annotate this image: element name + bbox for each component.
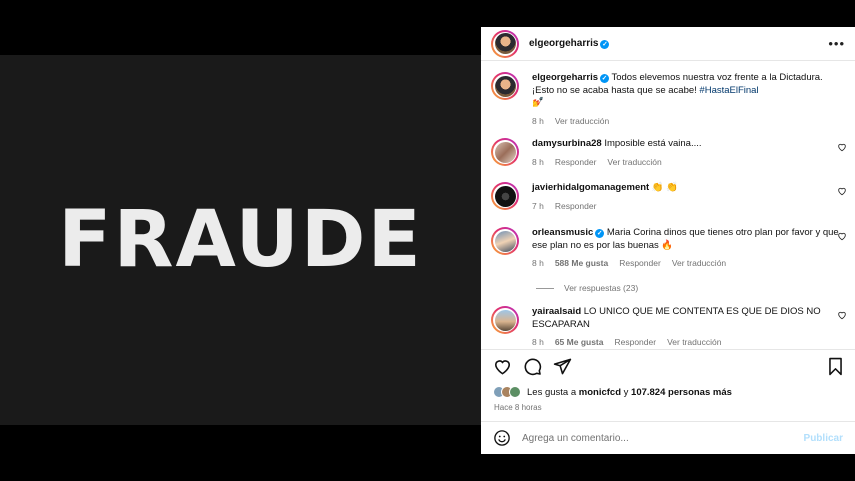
comment-bubble-icon[interactable] (523, 357, 542, 376)
publish-button[interactable]: Publicar (804, 433, 843, 444)
verified-badge-icon: ✓ (600, 74, 609, 83)
post-header: elgeorgeharris ✓ ••• (481, 27, 855, 61)
comment-likes[interactable]: 65 Me gusta (555, 337, 604, 347)
likes-prefix: Les gusta a (527, 386, 577, 398)
likes-count[interactable]: 107.824 personas más (631, 387, 732, 398)
comment-time[interactable]: 8 h (532, 258, 544, 268)
caption-avatar[interactable] (491, 72, 519, 100)
caption-emoji: 💅 (532, 97, 544, 108)
comment-username[interactable]: yairaalsaid (532, 306, 581, 317)
commenter-avatar[interactable] (491, 227, 519, 255)
comment-time[interactable]: 8 h (532, 337, 544, 347)
likes-summary: Les gusta a monicfcd y 107.824 personas … (493, 386, 732, 398)
comment-username[interactable]: orleansmusic ✓ (532, 227, 605, 238)
comments-section[interactable]: elgeorgeharris ✓ Todos elevemos nuestra v… (481, 61, 855, 350)
liker-username[interactable]: monicfcd (579, 387, 621, 398)
caption-row: elgeorgeharris ✓ Todos elevemos nuestra v… (491, 72, 847, 127)
comment-row: damysurbina28 Imposible está vaina.... 8… (491, 138, 847, 168)
reply-button[interactable]: Responder (555, 201, 597, 211)
author-avatar[interactable] (491, 29, 519, 58)
share-send-icon[interactable] (553, 357, 572, 376)
comment-username[interactable]: javierhidalgomanagement (532, 182, 649, 193)
commenter-avatar[interactable] (491, 138, 519, 166)
comment-text: Imposible está vaina.... (604, 138, 702, 149)
caption-translate[interactable]: Ver traducción (555, 116, 609, 126)
comment-text: 👏 👏 (651, 182, 679, 193)
caption-hashtag[interactable]: #HastaElFinal (699, 85, 758, 96)
save-bookmark-icon[interactable] (826, 357, 845, 376)
like-comment-heart-icon[interactable] (837, 231, 847, 241)
comment-input[interactable]: Agrega un comentario... (522, 433, 804, 444)
comment-time[interactable]: 7 h (532, 201, 544, 211)
post-timestamp[interactable]: Hace 8 horas (494, 403, 542, 412)
comment-row: orleansmusic ✓ Maria Corina dinos que tie… (491, 227, 847, 270)
comment-time[interactable]: 8 h (532, 157, 544, 167)
translate-button[interactable]: Ver traducción (607, 157, 661, 167)
like-comment-heart-icon[interactable] (837, 186, 847, 196)
reply-button[interactable]: Responder (614, 337, 656, 347)
caption-username[interactable]: elgeorgeharris ✓ (532, 72, 609, 83)
likes-joiner: y (623, 386, 629, 398)
post-detail-panel: elgeorgeharris ✓ ••• elgeorgeharris ✓ Todo… (481, 27, 855, 454)
view-replies-button[interactable]: Ver respuestas (23) (536, 283, 638, 293)
like-comment-heart-icon[interactable] (837, 310, 847, 320)
like-heart-icon[interactable] (493, 357, 512, 376)
verified-badge-icon: ✓ (600, 40, 610, 49)
translate-button[interactable]: Ver traducción (672, 258, 726, 268)
action-bar (493, 357, 845, 381)
comment-composer: Agrega un comentario... Publicar (481, 421, 855, 454)
commenter-avatar[interactable] (491, 182, 519, 210)
post-image: FRAUDE (0, 55, 481, 425)
liker-avatars (493, 386, 521, 398)
comment-likes[interactable]: 588 Me gusta (555, 258, 608, 268)
comment-row: javierhidalgomanagement 👏 👏 7 h Responder (491, 182, 847, 212)
emoji-smiley-icon[interactable] (493, 429, 511, 447)
commenter-avatar[interactable] (491, 306, 519, 334)
verified-badge-icon: ✓ (595, 229, 605, 238)
caption-time[interactable]: 8 h (532, 116, 544, 126)
translate-button[interactable]: Ver traducción (667, 337, 721, 347)
reply-button[interactable]: Responder (619, 258, 661, 268)
comment-row: yairaalsaid LO UNICO QUE ME CONTENTA ES … (491, 306, 847, 349)
post-image-headline: FRAUDE (58, 195, 423, 285)
comment-username[interactable]: damysurbina28 (532, 138, 602, 149)
author-username[interactable]: elgeorgeharris ✓ (529, 38, 610, 49)
reply-button[interactable]: Responder (555, 157, 597, 167)
more-horizontal-icon[interactable]: ••• (828, 36, 845, 51)
like-comment-heart-icon[interactable] (837, 142, 847, 152)
